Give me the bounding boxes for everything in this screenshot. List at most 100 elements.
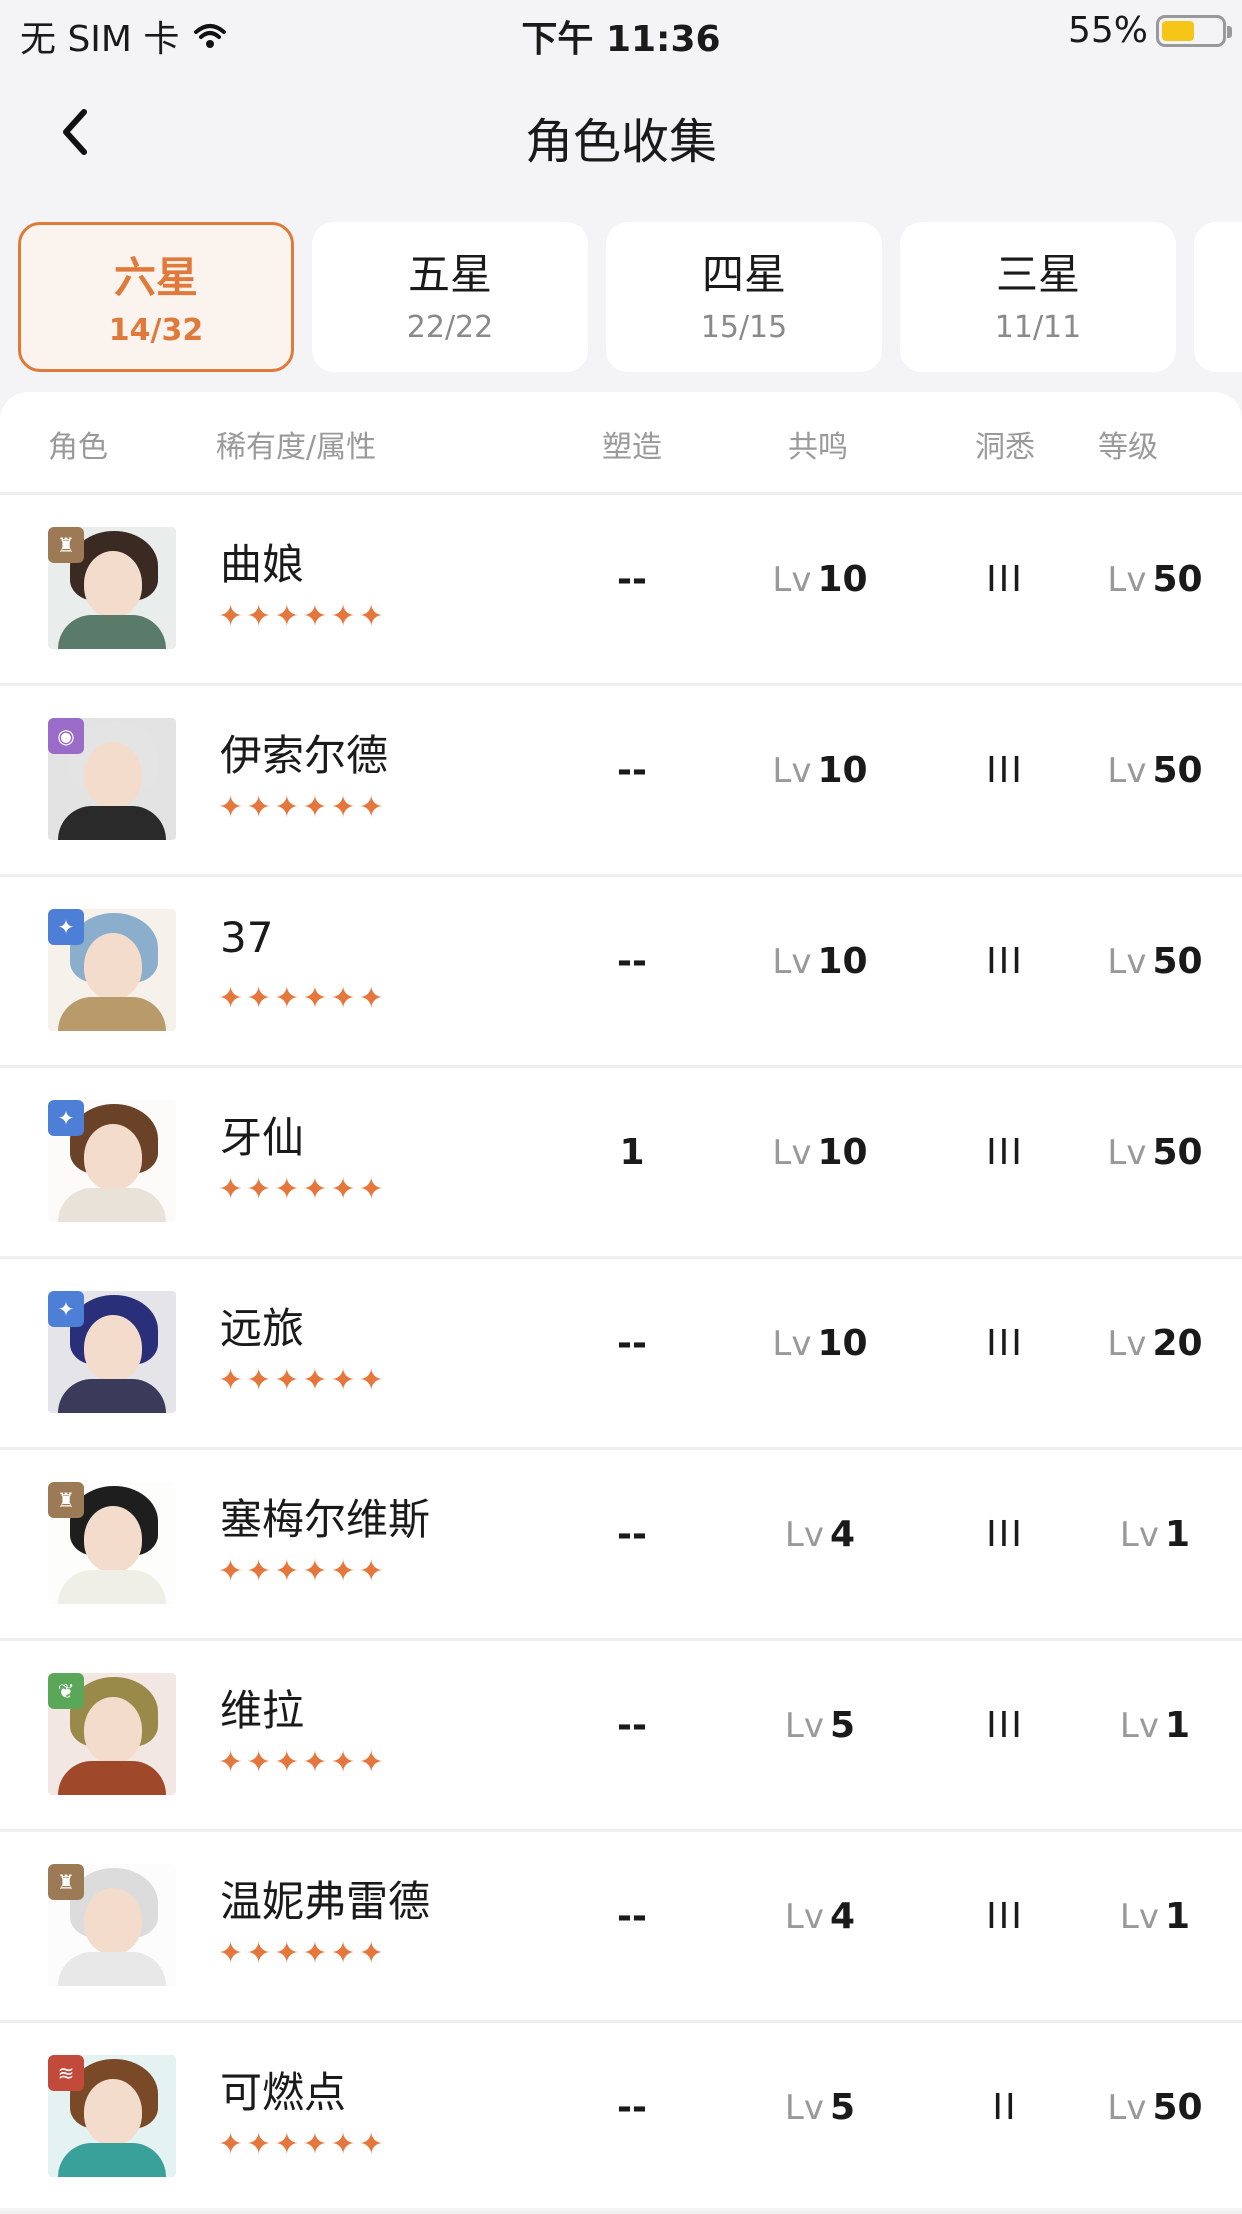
character-name: 曲娘 [220, 540, 305, 589]
level-value: Lv 1 [1090, 1896, 1220, 1937]
tab-count: 22/22 [406, 310, 494, 345]
lv-prefix: Lv [1119, 1515, 1159, 1555]
tab-label: 六星 [113, 253, 198, 302]
level-value: Lv 1 [1090, 1514, 1220, 1555]
character-name: 牙仙 [220, 1113, 305, 1162]
tab-count: 11/11 [994, 310, 1082, 345]
lv-prefix: Lv [772, 560, 812, 600]
tab-next-partial[interactable] [1194, 222, 1242, 372]
table-row[interactable]: ♜ 温妮弗雷德 ✦✦✦✦✦✦ -- Lv 4 III Lv 1 [0, 1832, 1242, 2023]
character-name: 塞梅尔维斯 [220, 1495, 431, 1544]
star-element-icon: ✦ [48, 909, 84, 945]
level-number: 1 [1165, 1705, 1191, 1746]
spirit-element-icon: ◉ [48, 718, 84, 754]
level-number: 50 [1152, 1132, 1203, 1173]
tab-label: 三星 [995, 250, 1080, 299]
tab-count: 14/32 [108, 313, 204, 348]
header-role: 角色 [48, 430, 108, 465]
portrait-body [58, 2143, 166, 2177]
level-value: Lv 50 [1090, 559, 1220, 600]
plant-element-icon: ❦ [48, 1673, 84, 1709]
shape-value: -- [617, 1323, 647, 1364]
resonance-number: 10 [817, 1132, 868, 1173]
level-value: Lv 50 [1090, 941, 1220, 982]
rarity-stars: ✦✦✦✦✦✦ [218, 1936, 387, 1971]
resonance-value: Lv 10 [740, 1323, 900, 1364]
beast-element-icon: ♜ [48, 527, 84, 563]
level-number: 20 [1152, 1323, 1203, 1364]
lv-prefix: Lv [1107, 942, 1147, 982]
portrait-body [58, 615, 166, 649]
table-row[interactable]: ♜ 塞梅尔维斯 ✦✦✦✦✦✦ -- Lv 4 III Lv 1 [0, 1450, 1242, 1641]
character-portrait: ♜ [48, 1482, 176, 1604]
resonance-value: Lv 10 [740, 750, 900, 791]
resonance-number: 10 [817, 559, 868, 600]
insight-value: III [986, 1514, 1024, 1555]
resonance-value: Lv 10 [740, 941, 900, 982]
tab-label: 五星 [407, 250, 492, 299]
rarity-tabs: 六星 14/32 五星 22/22 四星 15/15 三星 11/11 [18, 222, 1242, 372]
level-number: 50 [1152, 750, 1203, 791]
battery-percent: 55% [1067, 10, 1148, 51]
character-portrait: ◉ [48, 718, 176, 840]
level-value: Lv 50 [1090, 1132, 1220, 1173]
character-portrait: ≋ [48, 2055, 176, 2177]
resonance-value: Lv 4 [740, 1514, 900, 1555]
table-row[interactable]: ✦ 牙仙 ✦✦✦✦✦✦ 1 Lv 10 III Lv 50 [0, 1068, 1242, 1259]
character-name: 伊索尔德 [220, 731, 389, 780]
star-element-icon: ✦ [48, 1100, 84, 1136]
lv-prefix: Lv [1119, 1706, 1159, 1746]
rarity-stars: ✦✦✦✦✦✦ [218, 1363, 387, 1398]
level-number: 50 [1152, 559, 1203, 600]
rarity-stars: ✦✦✦✦✦✦ [218, 599, 387, 634]
portrait-face [84, 551, 142, 617]
shape-value: -- [617, 1896, 647, 1937]
battery-fill [1162, 20, 1194, 41]
battery-area: 55% [1067, 10, 1232, 51]
nav-bar: 角色收集 [0, 64, 1242, 204]
resonance-value: Lv 10 [740, 559, 900, 600]
rarity-stars: ✦✦✦✦✦✦ [218, 790, 387, 825]
shape-value: 1 [619, 1132, 645, 1173]
tab-five-star[interactable]: 五星 22/22 [312, 222, 588, 372]
portrait-face [84, 2079, 142, 2145]
insight-value: III [986, 1323, 1024, 1364]
table-row[interactable]: ✦ 37 ✦✦✦✦✦✦ -- Lv 10 III Lv 50 [0, 877, 1242, 1068]
beast-element-icon: ♜ [48, 1864, 84, 1900]
lv-prefix: Lv [1119, 1897, 1159, 1937]
portrait-body [58, 1379, 166, 1413]
resonance-value: Lv 5 [740, 2087, 900, 2128]
header-resonance: 共鸣 [788, 430, 848, 465]
tab-four-star[interactable]: 四星 15/15 [606, 222, 882, 372]
lv-prefix: Lv [1107, 751, 1147, 791]
resonance-number: 10 [817, 1323, 868, 1364]
shape-value: -- [617, 750, 647, 791]
table-row[interactable]: ≋ 可燃点 ✦✦✦✦✦✦ -- Lv 5 II Lv 50 [0, 2023, 1242, 2214]
insight-value: II [992, 2087, 1018, 2128]
table-row[interactable]: ❦ 维拉 ✦✦✦✦✦✦ -- Lv 5 III Lv 1 [0, 1641, 1242, 1832]
tab-label: 四星 [701, 250, 786, 299]
portrait-body [58, 1952, 166, 1986]
battery-icon [1156, 14, 1232, 47]
shape-value: -- [617, 559, 647, 600]
table-row[interactable]: ✦ 远旅 ✦✦✦✦✦✦ -- Lv 10 III Lv 20 [0, 1259, 1242, 1450]
lv-prefix: Lv [772, 751, 812, 791]
portrait-body [58, 806, 166, 840]
table-row[interactable]: ♜ 曲娘 ✦✦✦✦✦✦ -- Lv 10 III Lv 50 [0, 495, 1242, 686]
tab-three-star[interactable]: 三星 11/11 [900, 222, 1176, 372]
page-title: 角色收集 [524, 114, 717, 170]
tab-count: 15/15 [700, 310, 788, 345]
level-value: Lv 50 [1090, 2087, 1220, 2128]
table-row[interactable]: ◉ 伊索尔德 ✦✦✦✦✦✦ -- Lv 10 III Lv 50 [0, 686, 1242, 877]
status-bar: 无 SIM 卡 下午 11:36 55% [0, 0, 1242, 64]
lv-prefix: Lv [784, 2088, 824, 2128]
rarity-stars: ✦✦✦✦✦✦ [218, 2127, 387, 2162]
tab-six-star[interactable]: 六星 14/32 [18, 222, 294, 372]
character-table: 角色 稀有度/属性 塑造 共鸣 洞悉 等级 ♜ 曲娘 ✦✦✦✦✦✦ -- Lv 10 III… [0, 392, 1242, 2214]
resonance-value: Lv 10 [740, 1132, 900, 1173]
resonance-number: 10 [817, 941, 868, 982]
lv-prefix: Lv [1107, 1133, 1147, 1173]
rarity-stars: ✦✦✦✦✦✦ [218, 981, 387, 1016]
level-number: 1 [1165, 1896, 1191, 1937]
portrait-face [84, 742, 142, 808]
